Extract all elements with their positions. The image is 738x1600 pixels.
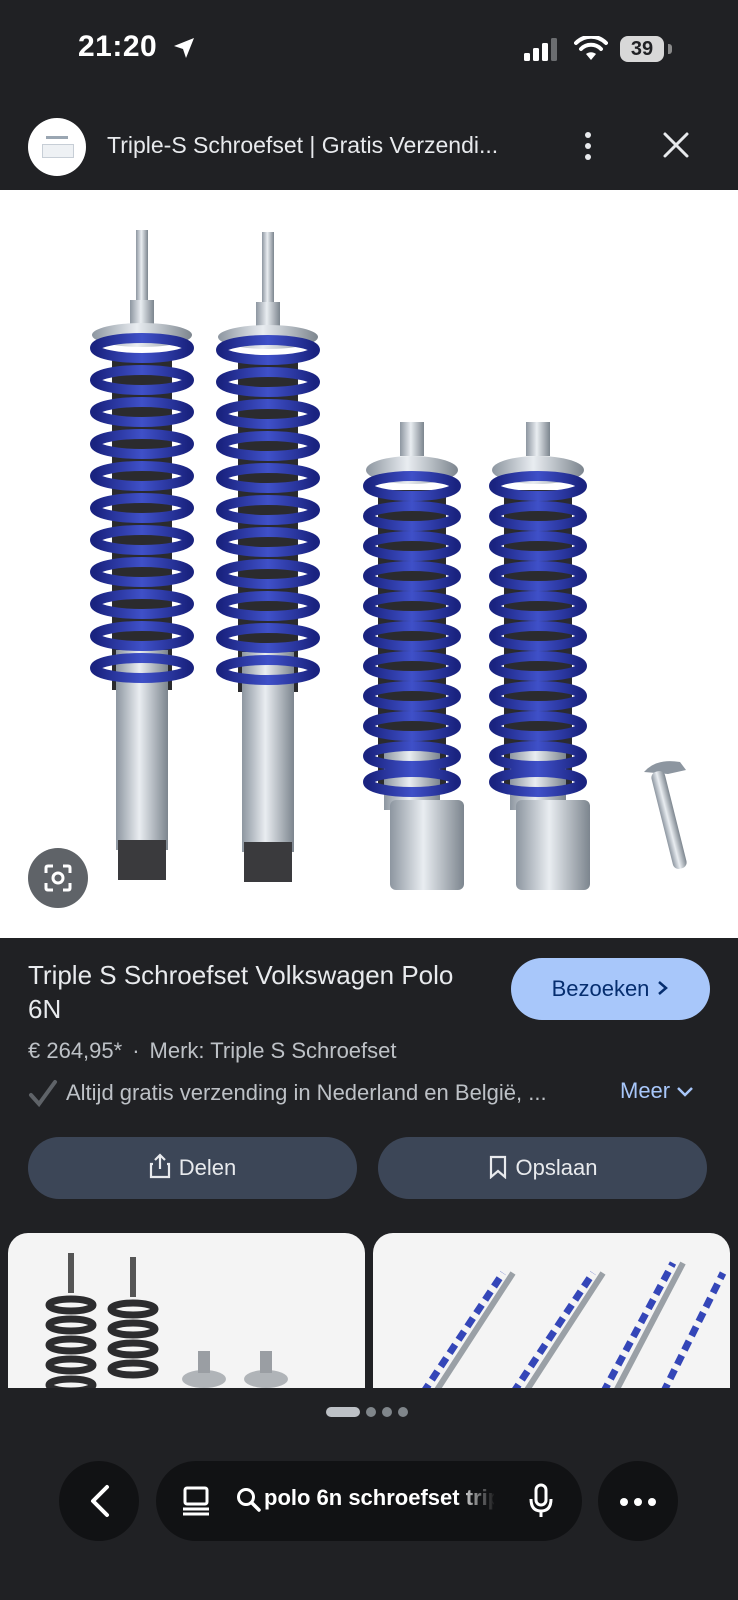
chevron-right-icon xyxy=(658,981,669,995)
microphone-icon[interactable] xyxy=(528,1483,554,1519)
visit-button[interactable]: Bezoeken xyxy=(511,958,710,1020)
back-button[interactable] xyxy=(59,1461,139,1541)
back-arrow-icon xyxy=(91,1485,109,1517)
brand: Merk: Triple S Schroefset xyxy=(149,1038,397,1063)
related-image-1[interactable] xyxy=(8,1233,365,1388)
spanner-wrench xyxy=(644,761,687,869)
save-button[interactable]: Opslaan xyxy=(378,1137,707,1199)
share-label: Delen xyxy=(178,1155,237,1180)
tabs-icon xyxy=(183,1486,209,1516)
lens-button[interactable] xyxy=(28,848,88,908)
query-fade xyxy=(456,1479,496,1523)
wifi-icon xyxy=(574,36,608,60)
search-icon xyxy=(237,1488,261,1512)
more-horiz-icon[interactable] xyxy=(598,1461,678,1541)
close-icon[interactable] xyxy=(661,130,691,160)
pager-dot xyxy=(398,1406,408,1417)
pager-dot-active xyxy=(326,1406,360,1417)
battery-icon: 39 xyxy=(620,36,664,62)
price: € 264,95* xyxy=(28,1038,123,1063)
save-label: Opslaan xyxy=(515,1155,598,1180)
rear-strut-left xyxy=(363,422,464,890)
page-title[interactable]: Triple-S Schroefset | Gratis Verzendi... xyxy=(107,132,547,159)
product-title[interactable]: Triple S Schroefset Volkswagen Polo 6N xyxy=(28,958,468,1026)
related-image-1-illustration xyxy=(45,1253,288,1388)
front-strut-left xyxy=(90,230,194,880)
battery-level: 39 xyxy=(630,38,654,60)
pager-dot xyxy=(366,1406,376,1417)
carousel-pager xyxy=(326,1403,414,1421)
search-bar[interactable]: polo 6n schroefset triple s xyxy=(156,1461,582,1541)
site-favicon[interactable] xyxy=(28,118,86,176)
cellular-signal-icon xyxy=(524,38,557,61)
share-button[interactable]: Delen xyxy=(28,1137,357,1199)
location-arrow-icon xyxy=(174,38,194,58)
result-header: Triple-S Schroefset | Gratis Verzendi... xyxy=(0,104,738,190)
lens-icon xyxy=(44,864,72,892)
status-bar: 21:20 39 xyxy=(0,0,738,100)
share-icon xyxy=(149,1153,170,1179)
pager-dot xyxy=(382,1406,392,1417)
price-line: € 264,95* · Merk: Triple S Schroefset xyxy=(28,1038,397,1064)
front-strut-right xyxy=(216,232,320,882)
status-time: 21:20 xyxy=(78,30,158,63)
product-image[interactable] xyxy=(0,190,738,938)
visit-label: Bezoeken xyxy=(551,976,650,1001)
chevron-down-icon xyxy=(677,1087,694,1097)
checkmark-icon xyxy=(29,1080,57,1108)
separator: · xyxy=(132,1038,140,1063)
more-vert-icon[interactable] xyxy=(578,130,598,164)
shipping-note: Altijd gratis verzending in Nederland en… xyxy=(66,1080,547,1105)
battery-tip xyxy=(668,44,672,54)
related-image-2-illustration xyxy=(422,1261,727,1388)
bookmark-icon xyxy=(489,1155,506,1180)
more-details-link[interactable]: Meer xyxy=(620,1078,694,1104)
more-label: Meer xyxy=(620,1078,671,1103)
coilover-illustration xyxy=(90,230,687,890)
rear-strut-right xyxy=(489,422,590,890)
related-image-2[interactable] xyxy=(373,1233,730,1388)
